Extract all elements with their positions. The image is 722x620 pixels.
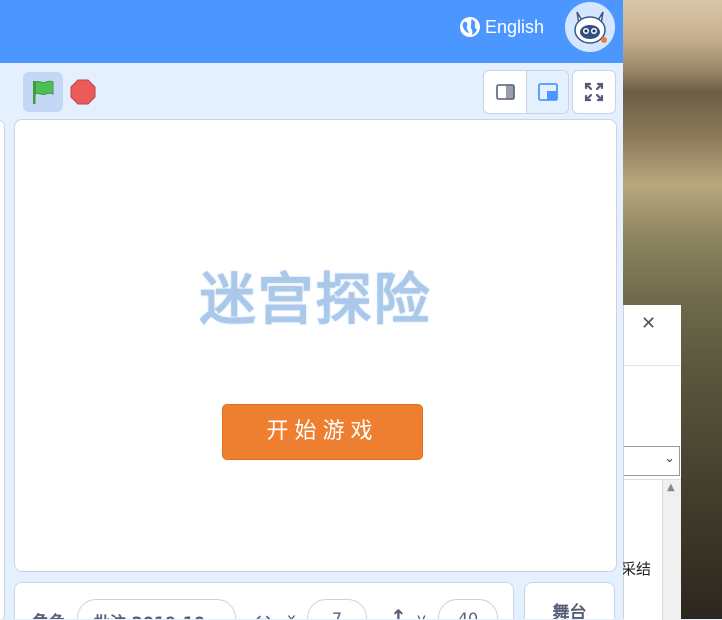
x-label: x	[287, 610, 296, 619]
code-area-edge	[0, 120, 5, 619]
dialog-list[interactable]: ▲	[624, 479, 681, 620]
sprite-name-field[interactable]: 批注 2019-10...	[77, 599, 236, 619]
small-stage-button[interactable]	[484, 71, 526, 113]
stage-selector[interactable]: 舞台	[524, 582, 615, 619]
scroll-up-icon[interactable]: ▲	[667, 482, 675, 493]
robot-avatar-icon	[565, 2, 615, 52]
avatar[interactable]	[565, 2, 615, 52]
normal-stage-icon	[538, 83, 558, 101]
desktop-background: ✕ ⌄ ▲ 采结	[621, 0, 722, 620]
stage-size-toggle	[483, 70, 569, 114]
background-dialog: ✕ ⌄ ▲ 采结	[621, 305, 681, 620]
chevron-down-icon: ⌄	[664, 451, 675, 466]
y-value: 40	[457, 609, 479, 619]
stage-canvas[interactable]: 迷宫探险 开始游戏	[14, 119, 617, 572]
sprite-label: 角色	[32, 608, 66, 619]
green-flag-icon	[33, 80, 54, 104]
menu-bar: English	[0, 0, 623, 63]
normal-stage-button[interactable]	[526, 71, 568, 113]
dialog-partial-text: 采结	[621, 560, 652, 578]
globe-icon	[460, 17, 480, 37]
scrollbar[interactable]: ▲	[662, 480, 681, 620]
x-input[interactable]: 7	[307, 599, 367, 619]
green-flag-button[interactable]	[23, 72, 63, 112]
y-label: y	[417, 610, 426, 619]
stop-button[interactable]	[69, 78, 97, 106]
x-value: 7	[331, 609, 343, 619]
sprite-info-panel: 角色 批注 2019-10... ↔ x 7 ↕ y 40	[14, 582, 514, 619]
stop-icon	[70, 79, 96, 105]
dialog-close-icon[interactable]: ✕	[641, 313, 656, 334]
horizontal-arrow-icon: ↔	[255, 607, 272, 619]
dialog-dropdown[interactable]: ⌄	[624, 446, 680, 476]
fullscreen-icon	[584, 82, 604, 102]
vertical-arrow-icon: ↕	[390, 605, 407, 619]
language-label: English	[485, 16, 545, 37]
game-title: 迷宫探险	[199, 268, 432, 333]
sprite-name-value: 批注 2019-10...	[94, 609, 223, 619]
y-input[interactable]: 40	[438, 599, 498, 619]
fullscreen-button[interactable]	[572, 70, 616, 114]
scratch-gui: English 迷宫探险 开始游戏 ↔ x 7 ↕ y 40 舞台	[0, 0, 623, 619]
start-game-button[interactable]: 开始游戏	[222, 404, 423, 460]
stage-label: 舞台	[552, 603, 587, 619]
small-stage-icon	[496, 84, 515, 100]
divider	[624, 365, 681, 366]
language-menu[interactable]: English	[459, 15, 544, 39]
